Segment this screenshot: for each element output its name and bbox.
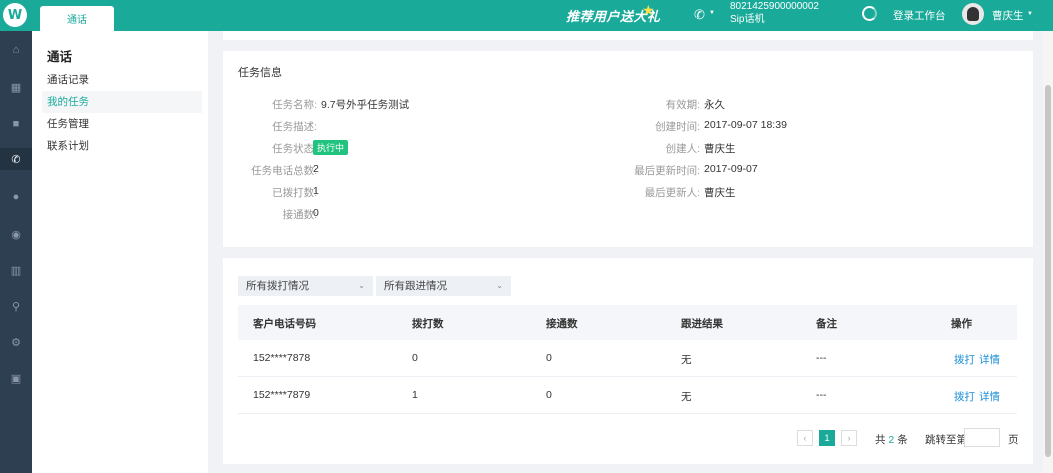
scrollbar-thumb[interactable] xyxy=(1045,85,1051,457)
user-menu-chevron-down-icon[interactable]: ▼ xyxy=(1027,11,1033,17)
status-badge: 执行中 xyxy=(313,140,349,155)
cell-phone: 152****7879 xyxy=(253,389,311,401)
bar-chart-icon[interactable]: ▥ xyxy=(0,259,32,281)
connected-count-label: 接通数: xyxy=(282,209,317,221)
sip-label: Sip话机 xyxy=(730,14,765,25)
dial-status-select[interactable]: 所有拨打情况 ⌄ xyxy=(238,276,373,296)
jump-page-input[interactable] xyxy=(964,428,1000,447)
cell-result: 无 xyxy=(681,354,692,366)
top-bar: W 通话 推荐用户送大礼 ★ ✆ ▼ 8021425900000002 Sip话… xyxy=(0,0,1053,31)
pagination-prev-button[interactable]: ‹ xyxy=(797,430,813,446)
task-total-calls-label: 任务电话总数: xyxy=(251,165,317,177)
gear-icon[interactable]: ⚙ xyxy=(0,331,32,353)
users-icon[interactable]: ◉ xyxy=(0,223,32,245)
cell-note: --- xyxy=(816,352,827,364)
subnav-item-call-records[interactable]: 通话记录 xyxy=(42,69,202,91)
avatar[interactable] xyxy=(962,3,984,25)
subnav-item-contact-plan[interactable]: 联系计划 xyxy=(42,135,202,157)
call-link[interactable]: 拨打 xyxy=(954,352,975,367)
follow-status-select[interactable]: 所有跟进情况 ⌄ xyxy=(376,276,511,296)
pagination-next-button[interactable]: › xyxy=(841,430,857,446)
last-updated-time-label: 最后更新时间: xyxy=(634,165,700,177)
created-time-value: 2017-09-07 18:39 xyxy=(704,119,787,131)
dial-status-value: 所有拨打情况 xyxy=(246,280,309,292)
app-logo[interactable]: W xyxy=(3,3,27,27)
last-updater-value: 曹庆生 xyxy=(704,187,736,199)
page-suffix: 页 xyxy=(1008,434,1019,446)
col-header-action: 操作 xyxy=(951,318,972,330)
sub-navigation: 通话 通话记录 我的任务 任务管理 联系计划 xyxy=(32,31,208,473)
grid-icon[interactable]: ▦ xyxy=(0,76,32,98)
pagination-total: 共 2 条 xyxy=(875,432,908,447)
task-status-label: 任务状态: xyxy=(272,143,317,155)
task-name-label: 任务名称: xyxy=(272,99,317,111)
connected-count-value: 0 xyxy=(313,207,319,219)
task-desc-label: 任务描述: xyxy=(272,121,317,133)
created-time-label: 创建时间: xyxy=(655,121,700,133)
refresh-icon[interactable] xyxy=(862,6,877,21)
subnav-title: 通话 xyxy=(47,50,73,64)
dialed-count-value: 1 xyxy=(313,185,319,197)
sip-number: 8021425900000002 xyxy=(730,1,819,12)
cell-connected: 0 xyxy=(546,352,552,364)
validity-value: 永久 xyxy=(704,99,725,111)
task-info-card: 任务信息 任务名称: 9.7号外乎任务测试 任务描述: 任务状态: 执行中 任务… xyxy=(223,51,1033,247)
task-total-calls-value: 2 xyxy=(313,163,319,175)
tab-calls[interactable]: 通话 xyxy=(40,6,114,31)
logo-glyph: W xyxy=(7,7,23,23)
last-updater-label: 最后更新人: xyxy=(644,187,700,199)
phone-icon[interactable]: ✆ xyxy=(0,148,32,170)
phone-status-icon[interactable]: ✆ xyxy=(694,7,705,23)
pagination-page-1[interactable]: 1 xyxy=(819,430,835,446)
home-icon[interactable]: ⌂ xyxy=(0,39,32,61)
total-suffix: 条 xyxy=(897,434,908,446)
call-list-card: 所有拨打情况 ⌄ 所有跟进情况 ⌄ 客户电话号码 拨打数 接通数 跟进结果 备注… xyxy=(223,258,1033,464)
jump-label: 跳转至第 xyxy=(925,434,967,446)
validity-label: 有效期: xyxy=(665,99,700,111)
search-icon[interactable]: ⚲ xyxy=(0,295,32,317)
total-prefix: 共 xyxy=(875,434,886,446)
shield-icon[interactable]: ▣ xyxy=(0,367,32,389)
col-header-phone: 客户电话号码 xyxy=(253,318,316,330)
detail-link[interactable]: 详情 xyxy=(979,352,1000,367)
document-icon[interactable]: ■ xyxy=(0,113,32,135)
follow-status-value: 所有跟进情况 xyxy=(384,280,447,292)
user-name[interactable]: 曹庆生 xyxy=(992,8,1024,23)
chevron-down-icon: ⌄ xyxy=(358,281,365,290)
col-header-connected: 接通数 xyxy=(546,318,578,330)
cell-dials: 1 xyxy=(412,389,418,401)
chevron-down-icon[interactable]: ▼ xyxy=(709,10,715,16)
promo-star-icon: ★ xyxy=(642,2,655,18)
subnav-item-task-management[interactable]: 任务管理 xyxy=(42,113,202,135)
creator-label: 创建人: xyxy=(665,143,700,155)
col-header-note: 备注 xyxy=(816,318,837,330)
total-count: 2 xyxy=(888,434,895,446)
creator-value: 曹庆生 xyxy=(704,143,736,155)
top-card-strip xyxy=(223,31,1033,40)
cell-dials: 0 xyxy=(412,352,418,364)
table-row: 152****7879 1 0 无 --- 拨打 详情 xyxy=(238,377,1017,414)
cell-result: 无 xyxy=(681,391,692,403)
user-icon[interactable]: ● xyxy=(0,186,32,208)
col-header-dials: 拨打数 xyxy=(412,318,444,330)
task-info-title: 任务信息 xyxy=(238,67,282,79)
chevron-down-icon: ⌄ xyxy=(496,281,503,290)
dialed-count-label: 已拨打数: xyxy=(272,187,317,199)
cell-note: --- xyxy=(816,389,827,401)
last-updated-time-value: 2017-09-07 xyxy=(704,163,758,175)
col-header-result: 跟进结果 xyxy=(681,318,723,330)
cell-phone: 152****7878 xyxy=(253,352,311,364)
subnav-item-my-tasks[interactable]: 我的任务 xyxy=(42,91,202,113)
login-workbench-button[interactable]: 登录工作台 xyxy=(893,8,946,23)
icon-rail: ⌂ ▦ ■ ✆ ● ◉ ▥ ⚲ ⚙ ▣ xyxy=(0,31,32,473)
table-row: 152****7878 0 0 无 --- 拨打 详情 xyxy=(238,340,1017,377)
cell-connected: 0 xyxy=(546,389,552,401)
table-header: 客户电话号码 拨打数 接通数 跟进结果 备注 操作 xyxy=(238,305,1017,340)
task-name-value: 9.7号外乎任务测试 xyxy=(321,99,410,111)
detail-link[interactable]: 详情 xyxy=(979,389,1000,404)
call-link[interactable]: 拨打 xyxy=(954,389,975,404)
